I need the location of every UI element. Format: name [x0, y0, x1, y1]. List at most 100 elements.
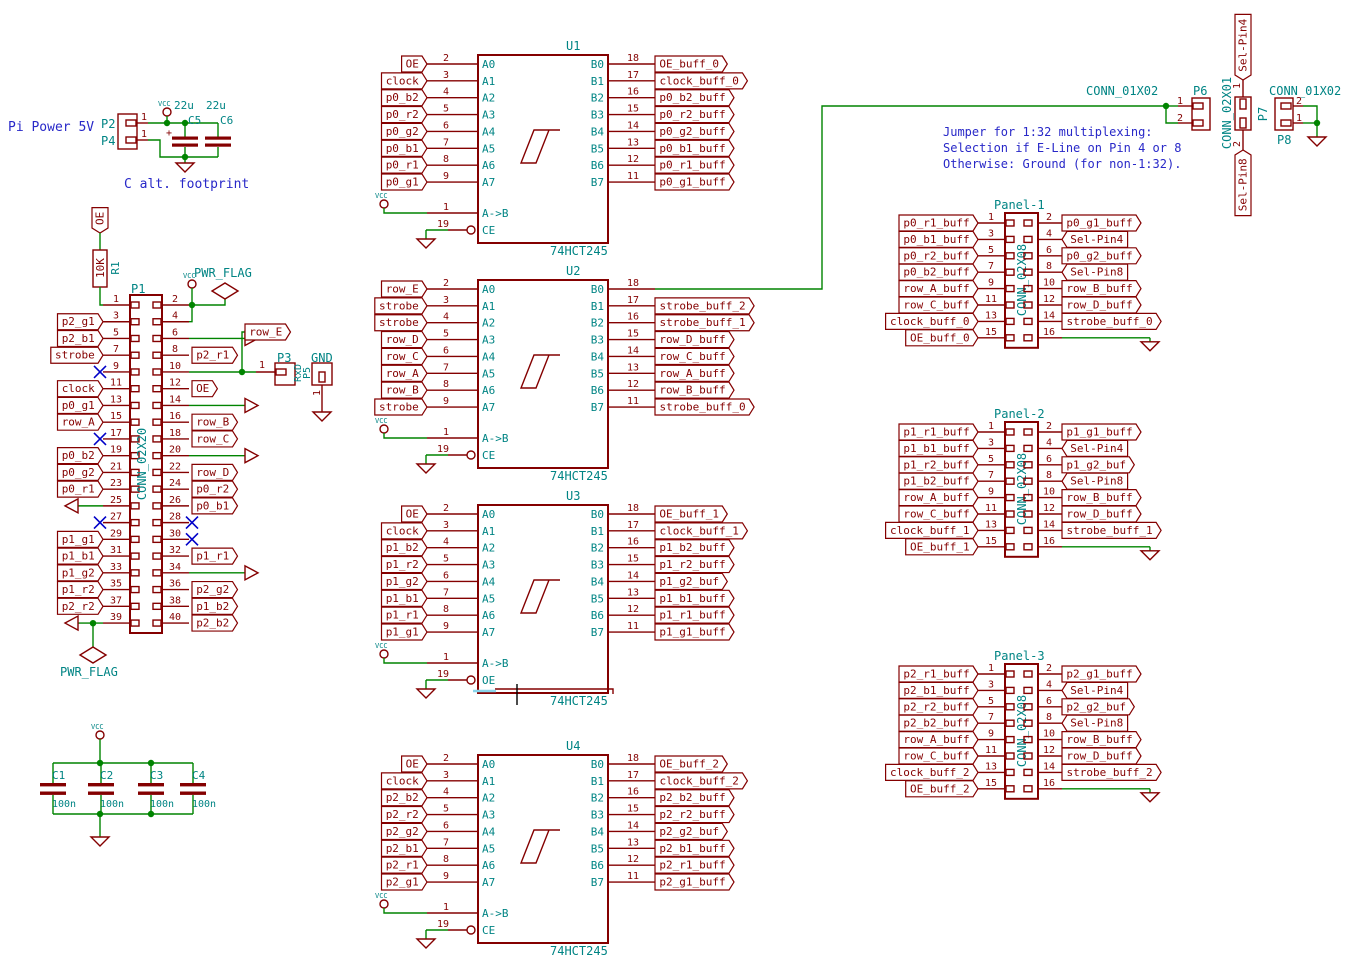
global-label[interactable]: OE	[402, 506, 427, 522]
global-label[interactable]: p2_g1_buff	[655, 874, 734, 890]
global-label[interactable]: p2_b1_buff	[899, 682, 978, 698]
global-label[interactable]: OE	[402, 56, 427, 72]
global-label[interactable]: p1_r2	[382, 557, 428, 573]
r1-resistor[interactable]: OE	[92, 208, 108, 305]
chip-U2[interactable]: U274HCT245row_E2A0strobe3A1strobe4A2row_…	[375, 264, 754, 483]
global-label[interactable]: p1_g1_buff	[1062, 424, 1141, 440]
vcc-symbol[interactable]: VCC	[158, 100, 171, 116]
global-label[interactable]: Sel-Pin8	[1235, 150, 1251, 216]
global-label[interactable]: row_D	[192, 464, 238, 480]
global-label[interactable]: clock_buff_0	[655, 73, 747, 89]
global-label[interactable]: p0_b2	[58, 448, 104, 464]
global-label[interactable]: row_A_buff	[655, 365, 734, 381]
global-label[interactable]: p0_b1_buff	[655, 140, 734, 156]
global-label[interactable]: p0_b1	[382, 140, 428, 156]
global-label[interactable]: p1_b1	[58, 548, 104, 564]
global-label[interactable]: p0_b2	[382, 90, 428, 106]
global-label[interactable]: p2_b1	[58, 330, 104, 346]
global-label[interactable]: p1_g1_buff	[655, 624, 734, 640]
gnd-symbol[interactable]	[1141, 342, 1159, 351]
global-label[interactable]: p2_b2_buff	[899, 715, 978, 731]
global-label[interactable]: row_D_buff	[1062, 506, 1141, 522]
global-label[interactable]: p1_g1	[58, 531, 104, 547]
chip-U1[interactable]: U174HCT245OE2A0clock3A1p0_b24A2p0_r25A3p…	[375, 39, 747, 258]
global-label[interactable]: strobe	[375, 298, 427, 314]
global-label[interactable]: row_A_buff	[899, 490, 978, 506]
global-label[interactable]: row_C_buff	[899, 748, 978, 764]
global-label[interactable]: row_A	[58, 414, 104, 430]
global-label[interactable]: p2_g2	[382, 823, 428, 839]
global-label[interactable]: strobe_buff_2	[1062, 764, 1161, 780]
global-label[interactable]: strobe_buff_1	[1062, 522, 1161, 538]
global-label[interactable]: p0_r2_buff	[655, 107, 734, 123]
global-label[interactable]: p1_g1	[382, 624, 428, 640]
global-label[interactable]: row_D_buff	[655, 332, 734, 348]
p6-connector[interactable]	[1163, 98, 1210, 130]
global-label[interactable]: row_C_buff	[899, 297, 978, 313]
panel-3-connector[interactable]: Panel-3CONN_02X08p2_r1_buff1p2_b1_buff3p…	[886, 649, 1162, 802]
p1-connector[interactable]: 1234p2_g156p2_b178strobep2_r19101112cloc…	[51, 272, 291, 663]
global-label[interactable]: row_D	[382, 332, 428, 348]
global-label[interactable]: Sel-Pin4	[1062, 231, 1128, 247]
global-label[interactable]: p2_r1_buff	[655, 857, 734, 873]
global-label[interactable]: row_E	[245, 324, 291, 340]
global-label[interactable]: p1_r2	[58, 582, 104, 598]
global-label[interactable]: OE_buff_0	[655, 56, 727, 72]
global-label[interactable]: row_B_buff	[655, 382, 734, 398]
global-label[interactable]: p2_r2_buff	[899, 699, 978, 715]
global-label[interactable]: OE_buff_2	[655, 756, 727, 772]
global-label[interactable]: row_C	[382, 348, 428, 364]
gnd-symbol[interactable]	[417, 939, 435, 948]
global-label[interactable]: Sel-Pin4	[1062, 440, 1128, 456]
global-label[interactable]: p0_g2	[382, 123, 428, 139]
global-label[interactable]: strobe	[375, 399, 427, 415]
decoupling-caps[interactable]: VCCC1100nC2100nC3100nC4100n	[40, 723, 216, 846]
vcc-symbol[interactable]: VCC	[375, 417, 388, 433]
global-label[interactable]: row_C_buff	[899, 506, 978, 522]
global-label[interactable]: p0_r1	[382, 157, 428, 173]
global-label[interactable]: p0_g2_buff	[655, 123, 734, 139]
global-label[interactable]: p2_r1	[382, 857, 428, 873]
global-label[interactable]: p2_r2	[58, 598, 104, 614]
global-label[interactable]: p1_r1	[382, 607, 428, 623]
global-label[interactable]: p0_g1	[382, 174, 428, 190]
global-label[interactable]: OE	[192, 381, 217, 397]
global-label[interactable]: p2_g1	[58, 314, 104, 330]
global-label[interactable]: clock	[382, 523, 428, 539]
global-label[interactable]: row_B_buff	[1062, 732, 1141, 748]
global-label[interactable]: p0_g1_buff	[655, 174, 734, 190]
global-label[interactable]: clock	[58, 381, 104, 397]
global-label[interactable]: Sel-Pin8	[1062, 264, 1128, 280]
global-label[interactable]: p1_r2_buff	[655, 557, 734, 573]
global-label[interactable]: clock_buff_1	[886, 522, 978, 538]
global-label[interactable]: p0_g2_buff	[1062, 248, 1141, 264]
global-label[interactable]: clock_buff_1	[655, 523, 747, 539]
chip-U3[interactable]: U374HCT245OE2A0clock3A1p1_b24A2p1_r25A3p…	[375, 489, 747, 708]
gnd-symbol[interactable]	[1141, 793, 1159, 802]
global-label[interactable]: p1_b2	[382, 540, 428, 556]
panel-1-connector[interactable]: Panel-1CONN_02X08p0_r1_buff1p0_b1_buff3p…	[886, 198, 1162, 351]
global-label[interactable]: p1_g2	[382, 573, 428, 589]
pwr-flag-symbol[interactable]	[212, 283, 238, 299]
global-label[interactable]: p2_r2	[382, 807, 428, 823]
global-label[interactable]: row_E	[382, 281, 428, 297]
vcc-symbol[interactable]: VCC	[375, 192, 388, 208]
gnd-symbol[interactable]	[417, 239, 435, 248]
global-label[interactable]: p2_b1	[382, 840, 428, 856]
global-label[interactable]: clock_buff_2	[655, 773, 747, 789]
gnd-symbol[interactable]	[1141, 551, 1159, 560]
global-label[interactable]: p2_r1	[192, 347, 238, 363]
global-label[interactable]: p0_r1	[58, 481, 104, 497]
global-label[interactable]: Sel-Pin8	[1062, 715, 1128, 731]
global-label[interactable]: Sel-Pin4	[1062, 682, 1128, 698]
global-label[interactable]: p2_b2	[382, 790, 428, 806]
global-label[interactable]: strobe_buff_1	[655, 315, 754, 331]
global-label[interactable]: p1_g2_buf	[655, 573, 727, 589]
global-label[interactable]: p1_b1_buff	[899, 440, 978, 456]
global-label[interactable]: p0_g2	[58, 464, 104, 480]
global-label[interactable]: p0_g1	[58, 397, 104, 413]
global-label[interactable]: clock_buff_0	[886, 313, 978, 329]
global-label[interactable]: p0_r2	[192, 481, 238, 497]
global-label[interactable]: p1_g2	[58, 565, 104, 581]
global-label[interactable]: strobe_buff_0	[1062, 313, 1161, 329]
